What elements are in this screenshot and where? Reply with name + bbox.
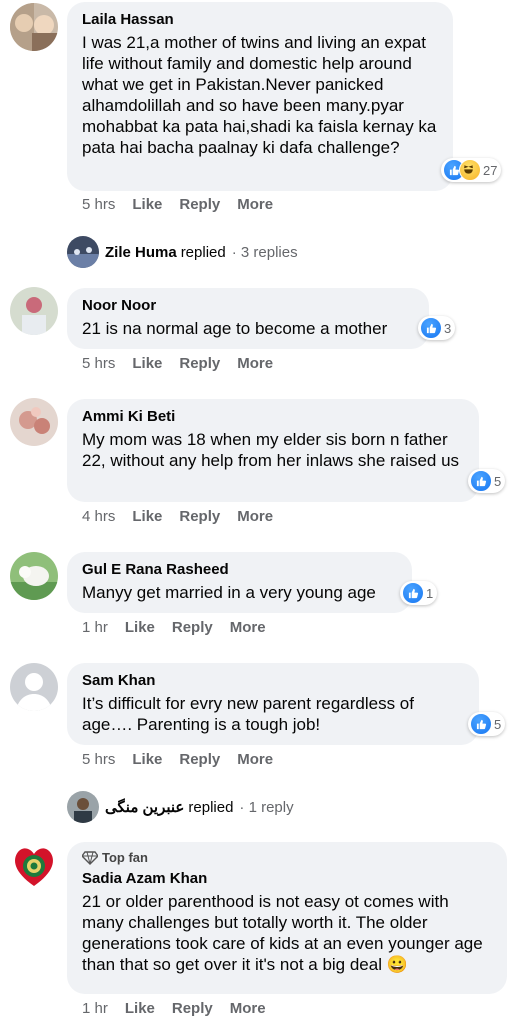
- like-reaction-icon: [420, 317, 442, 339]
- reply-button[interactable]: Reply: [179, 751, 220, 768]
- comment-bubble: Sam Khan It’s difficult for evry new par…: [67, 663, 479, 745]
- diamond-icon: [82, 850, 98, 865]
- replied-label: replied: [180, 243, 226, 261]
- reaction-count[interactable]: 5: [468, 469, 506, 493]
- comment-actions: 1 hr Like Reply More: [82, 1000, 266, 1017]
- comment-author[interactable]: Sam Khan: [82, 671, 465, 690]
- comment-time: 5 hrs: [82, 355, 116, 372]
- comment-actions: 1 hr Like Reply More: [82, 619, 266, 636]
- reply-thread-link[interactable]: Zile Huma replied · 3 replies: [67, 236, 298, 268]
- reaction-count[interactable]: 3: [418, 316, 456, 340]
- reply-button[interactable]: Reply: [179, 508, 220, 525]
- comment-time: 1 hr: [82, 619, 108, 636]
- like-button[interactable]: Like: [132, 751, 162, 768]
- like-button[interactable]: Like: [132, 355, 162, 372]
- comment-text: My mom was 18 when my elder sis born n f…: [82, 430, 460, 470]
- comment-bubble: Noor Noor 21 is na normal age to become …: [67, 288, 429, 349]
- more-button[interactable]: More: [230, 1000, 266, 1017]
- avatar[interactable]: [10, 842, 58, 890]
- more-button[interactable]: More: [237, 508, 273, 525]
- comment-time: 4 hrs: [82, 508, 116, 525]
- comment-bubble: Top fan Sadia Azam Khan 21 or older pare…: [67, 842, 507, 994]
- comment-author[interactable]: Ammi Ki Beti: [82, 407, 465, 426]
- like-button[interactable]: Like: [125, 1000, 155, 1017]
- more-button[interactable]: More: [237, 355, 273, 372]
- comment-actions: 4 hrs Like Reply More: [82, 508, 273, 525]
- like-button[interactable]: Like: [125, 619, 155, 636]
- reply-count: · 3 replies: [231, 243, 298, 261]
- avatar[interactable]: [10, 287, 58, 335]
- reply-author[interactable]: Zile Huma: [105, 244, 177, 261]
- reaction-count[interactable]: 27: [441, 158, 502, 182]
- like-button[interactable]: Like: [132, 196, 162, 213]
- avatar[interactable]: [10, 552, 58, 600]
- avatar: [67, 791, 99, 823]
- comment-time: 5 hrs: [82, 751, 116, 768]
- reply-button[interactable]: Reply: [179, 196, 220, 213]
- reaction-number: 27: [483, 162, 498, 178]
- reaction-number: 1: [426, 585, 434, 601]
- comment-actions: 5 hrs Like Reply More: [82, 196, 273, 213]
- badge-label: Top fan: [102, 850, 148, 865]
- grinning-emoji: 😀: [386, 955, 408, 974]
- comment-bubble: Ammi Ki Beti My mom was 18 when my elder…: [67, 399, 479, 502]
- reaction-count[interactable]: 5: [468, 712, 506, 736]
- comment-text: 21 or older parenthood is not easy ot co…: [82, 891, 493, 975]
- more-button[interactable]: More: [230, 619, 266, 636]
- more-button[interactable]: More: [237, 196, 273, 213]
- reply-button[interactable]: Reply: [172, 619, 213, 636]
- like-reaction-icon: [470, 470, 492, 492]
- like-button[interactable]: Like: [132, 508, 162, 525]
- comment-author[interactable]: Laila Hassan: [82, 10, 439, 29]
- replied-label: replied: [188, 798, 234, 816]
- comment-actions: 5 hrs Like Reply More: [82, 751, 273, 768]
- comment-text: It’s difficult for evry new parent regar…: [82, 694, 414, 734]
- more-button[interactable]: More: [237, 751, 273, 768]
- comment-bubble: Gul E Rana Rasheed Manyy get married in …: [67, 552, 412, 613]
- reply-button[interactable]: Reply: [179, 355, 220, 372]
- reply-author[interactable]: عنبرین منگی: [105, 798, 184, 816]
- reaction-number: 3: [444, 320, 452, 336]
- avatar[interactable]: [10, 3, 58, 51]
- comment-text: Manyy get married in a very young age: [82, 583, 376, 602]
- reaction-number: 5: [494, 473, 502, 489]
- haha-reaction-icon: [459, 159, 481, 181]
- comment-author[interactable]: Gul E Rana Rasheed: [82, 560, 398, 579]
- avatar[interactable]: [10, 398, 58, 446]
- reply-count: · 1 reply: [239, 798, 294, 816]
- reaction-count[interactable]: 1: [400, 581, 438, 605]
- like-reaction-icon: [470, 713, 492, 735]
- comment-author[interactable]: Noor Noor: [82, 296, 415, 315]
- comment-time: 1 hr: [82, 1000, 108, 1017]
- top-fan-badge: Top fan: [82, 850, 493, 865]
- reply-button[interactable]: Reply: [172, 1000, 213, 1017]
- reply-thread-link[interactable]: عنبرین منگی replied · 1 reply: [67, 791, 294, 823]
- avatar[interactable]: [10, 663, 58, 711]
- comment-text: I was 21,a mother of twins and living an…: [82, 33, 437, 157]
- comment-bubble: Laila Hassan I was 21,a mother of twins …: [67, 2, 453, 191]
- comment-text-body: 21 or older parenthood is not easy ot co…: [82, 892, 483, 974]
- comment-actions: 5 hrs Like Reply More: [82, 355, 273, 372]
- comment-author[interactable]: Sadia Azam Khan: [82, 869, 493, 888]
- reaction-number: 5: [494, 716, 502, 732]
- comment-text: 21 is na normal age to become a mother: [82, 319, 388, 338]
- comment-time: 5 hrs: [82, 196, 116, 213]
- like-reaction-icon: [402, 582, 424, 604]
- avatar: [67, 236, 99, 268]
